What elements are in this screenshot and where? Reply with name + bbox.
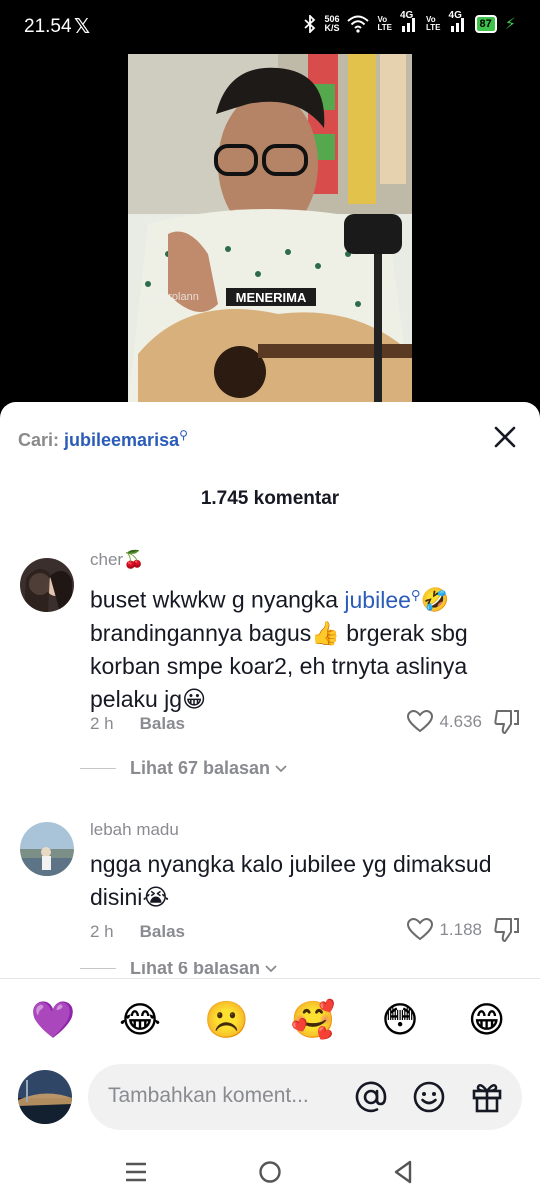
net-speed: 506 K/S [324, 15, 339, 33]
heart-icon [407, 918, 434, 941]
dislike-icon [494, 710, 519, 734]
like-count: 1.188 [439, 920, 482, 939]
divider-line [80, 968, 116, 969]
smiley-icon [413, 1081, 445, 1113]
mention-text: jubilee [344, 586, 411, 613]
divider [0, 978, 540, 979]
sim2-net: 4G [448, 10, 462, 21]
at-icon [355, 1081, 387, 1113]
charging-icon: ⚡ [504, 16, 516, 33]
back-icon [394, 1160, 412, 1184]
emoji-grin[interactable]: 😁 [459, 998, 515, 1042]
comment-meta: 2 h Balas [90, 922, 185, 942]
emoji-flushed[interactable]: 😳 [372, 998, 428, 1042]
comment-username[interactable]: lebah madu [90, 820, 179, 840]
avatar[interactable] [20, 558, 74, 612]
sim1-net: 4G [400, 10, 414, 21]
sim1-signal-icon: 4G [400, 10, 418, 32]
view-replies-label: Lihat 6 balasan [130, 962, 261, 978]
comment-meta: 2 h Balas [90, 714, 185, 734]
comment-text: ngga nyangka kalo jubilee yg dimaksud di… [90, 851, 492, 910]
divider-line [80, 768, 116, 769]
search-icon: ⚲ [179, 428, 188, 442]
emoji-smiling-hearts[interactable]: 🥰 [285, 998, 341, 1042]
home-icon [259, 1161, 281, 1183]
dislike-icon [494, 918, 519, 942]
my-avatar[interactable] [18, 1070, 72, 1124]
comment-input-placeholder: Tambahkan koment... [108, 1084, 309, 1107]
gift-icon [472, 1084, 502, 1113]
like-count: 4.636 [439, 712, 482, 731]
sim2-tech: Vo LTE [426, 15, 441, 32]
clock: 21.54 [24, 16, 72, 37]
like-button[interactable]: 1.188 [407, 918, 482, 942]
emoji-tears-of-joy[interactable]: 😂 [112, 998, 168, 1042]
back-button[interactable] [390, 1158, 418, 1186]
comment-input[interactable]: Tambahkan koment... [88, 1064, 522, 1130]
view-replies-button[interactable]: Lihat 6 balasan [80, 962, 278, 979]
comment-text: buset wkwkw g nyangka jubilee⚲🤣 branding… [90, 578, 510, 716]
close-icon [494, 426, 516, 448]
home-button[interactable] [256, 1158, 284, 1186]
dislike-button[interactable] [494, 916, 520, 949]
comment-username[interactable]: cher🍒 [90, 550, 144, 570]
video-frame: MENERIMA obrolann [128, 54, 412, 404]
comment-text-part: buset wkwkw g nyangka [90, 586, 345, 613]
bluetooth-icon [304, 15, 316, 33]
search-prefix: Cari: [18, 430, 60, 450]
chevron-down-icon [275, 764, 287, 772]
chevron-down-icon [265, 964, 277, 972]
x-app-icon: 𝕏 [74, 16, 91, 38]
sim1-tech: Vo LTE [377, 15, 392, 32]
video-player[interactable]: MENERIMA obrolann [128, 54, 412, 404]
heart-icon [407, 710, 434, 733]
like-button[interactable]: 4.636 [407, 710, 482, 734]
comment-time: 2 h [90, 714, 114, 733]
system-nav-bar [0, 1150, 540, 1200]
video-watermark: obrolann [156, 291, 199, 303]
view-replies-label: Lihat 67 balasan [130, 758, 271, 778]
wifi-icon [347, 15, 370, 33]
comments-sheet: Cari: jubileemarisa⚲ 1.745 komentar cher… [0, 402, 540, 1200]
net-speed-unit: K/S [324, 23, 340, 33]
avatar[interactable] [20, 822, 74, 876]
mention-button[interactable] [354, 1080, 388, 1114]
recent-apps-button[interactable] [122, 1158, 150, 1186]
comment-count: 1.745 komentar [200, 488, 340, 509]
comment-input-row: Tambahkan koment... [0, 1064, 540, 1130]
mention-link[interactable]: jubilee⚲ [344, 587, 420, 613]
menu-icon [126, 1162, 146, 1182]
emoji-picker-button[interactable] [412, 1080, 446, 1114]
comment-time: 2 h [90, 922, 114, 941]
view-replies-button[interactable]: Lihat 67 balasan [80, 758, 288, 779]
emoji-purple-heart[interactable]: 💜 [25, 998, 81, 1042]
gift-button[interactable] [470, 1080, 504, 1114]
quick-emoji-bar: 💜 😂 ☹️ 🥰 😳 😁 [0, 998, 540, 1042]
emoji-frowning[interactable]: ☹️ [199, 998, 255, 1042]
search-term[interactable]: jubileemarisa [64, 430, 179, 450]
close-button[interactable] [492, 424, 518, 450]
dislike-button[interactable] [494, 708, 520, 741]
video-caption: MENERIMA [236, 290, 307, 305]
status-bar: 21.54 𝕏 506 K/S Vo LTE 4G Vo LTE 4G 87 ⚡ [0, 0, 540, 54]
sim2-signal-icon: 4G [449, 10, 467, 32]
reply-button[interactable]: Balas [140, 714, 185, 733]
reply-button[interactable]: Balas [140, 922, 185, 941]
battery-indicator: 87 [474, 15, 497, 33]
search-icon: ⚲ [410, 587, 421, 602]
search-suggestion[interactable]: Cari: jubileemarisa⚲ [18, 428, 188, 451]
